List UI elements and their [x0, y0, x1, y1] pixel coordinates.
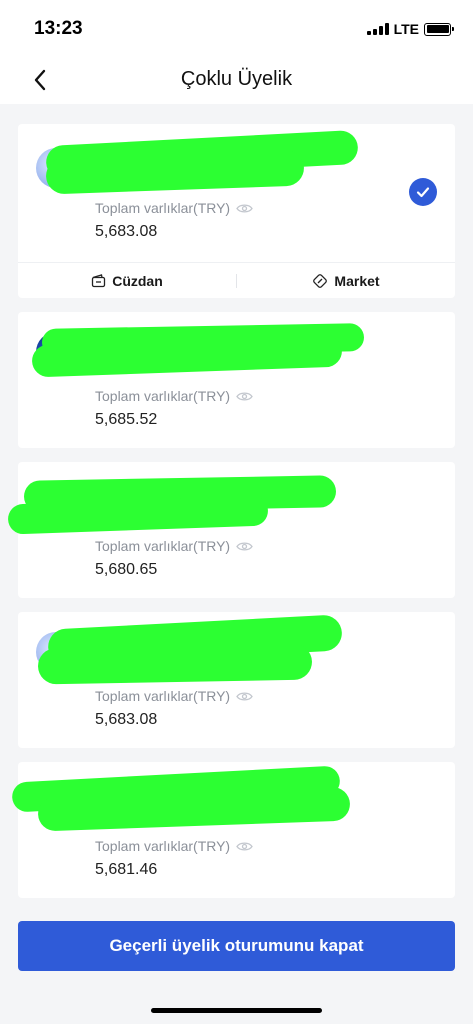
- market-icon: [313, 273, 328, 288]
- card-actions: Cüzdan Market: [18, 262, 455, 298]
- eye-icon[interactable]: [236, 691, 253, 702]
- status-time: 13:23: [34, 18, 83, 39]
- assets-label: Toplam varlıklar(TRY): [95, 388, 253, 404]
- assets-amount: 5,681.46: [95, 861, 158, 878]
- assets-amount: 5,683.08: [95, 223, 158, 240]
- assets-label: Toplam varlıklar(TRY): [95, 688, 253, 704]
- market-button[interactable]: Market: [237, 273, 455, 289]
- status-bar: 13:23 LTE: [0, 0, 473, 56]
- account-card[interactable]: Toplam varlıklar(TRY) 5,680.65: [7, 462, 455, 598]
- assets-amount: 5,683.08: [95, 711, 158, 728]
- eye-icon[interactable]: [236, 841, 253, 852]
- redaction: [45, 149, 305, 195]
- logout-button[interactable]: Geçerli üyelik oturumunu kapat: [18, 921, 455, 971]
- assets-amount: 5,680.65: [95, 561, 158, 578]
- network-type: LTE: [393, 21, 419, 37]
- redaction: [37, 643, 313, 685]
- page-title: Çoklu Üyelik: [180, 68, 293, 90]
- wallet-button[interactable]: Cüzdan: [18, 273, 236, 289]
- assets-amount: 5,685.52: [95, 411, 158, 428]
- assets-label: Toplam varlıklar(TRY): [95, 838, 253, 854]
- eye-icon[interactable]: [236, 391, 253, 402]
- account-card[interactable]: Toplam varlıklar(TRY) 5,683.08: [18, 612, 455, 748]
- eye-icon[interactable]: [236, 541, 253, 552]
- eye-icon[interactable]: [236, 203, 253, 214]
- status-indicators: LTE: [366, 21, 454, 37]
- account-card[interactable]: Toplam varlıklar(TRY) 5,685.52: [18, 312, 455, 448]
- battery-icon: [424, 22, 454, 36]
- home-indicator: [151, 1008, 322, 1013]
- assets-label: Toplam varlıklar(TRY): [95, 538, 253, 554]
- selected-check-icon: [409, 178, 437, 206]
- account-card[interactable]: Toplam varlıklar(TRY) 5,683.08 Cüzdan Ma…: [18, 124, 455, 298]
- account-card[interactable]: Toplam varlıklar(TRY) 5,681.46: [11, 762, 455, 898]
- wallet-icon: [92, 274, 106, 288]
- assets-label: Toplam varlıklar(TRY): [95, 200, 253, 216]
- nav-bar: Çoklu Üyelik: [0, 56, 473, 104]
- signal-icon: [366, 23, 389, 35]
